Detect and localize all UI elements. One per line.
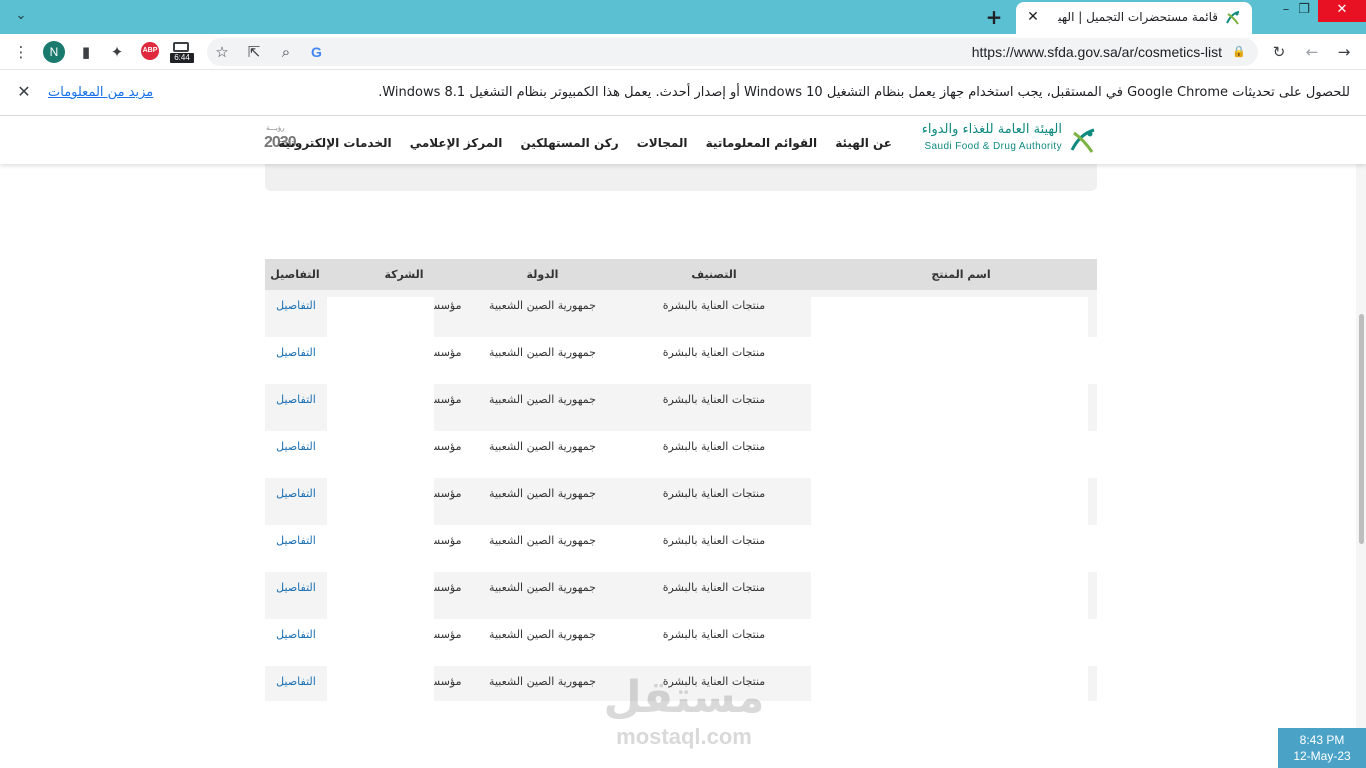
address-bar[interactable]: ☆ ⇱ ⌕ G https://www.sfda.gov.sa/ar/cosme… bbox=[207, 38, 1258, 66]
cell-country: جمهورية الصين الشعبية bbox=[489, 675, 596, 688]
cell-category: منتجات العناية بالبشرة bbox=[662, 440, 766, 453]
cell-category: منتجات العناية بالبشرة bbox=[662, 487, 766, 500]
active-tab[interactable]: قائمة مستحضرات التجميل | الهيئة ال ✕ bbox=[1016, 2, 1252, 34]
sfda-logo-arabic: الهيئة العامة للغذاء والدواء bbox=[921, 122, 1062, 137]
page-scrollbar[interactable] bbox=[1356, 164, 1366, 768]
vision-label: رؤيـــة bbox=[266, 124, 285, 132]
cell-company: مؤسسة bbox=[425, 581, 462, 594]
cell-country: جمهورية الصين الشعبية bbox=[489, 534, 596, 547]
sfda-logo-english: Saudi Food & Drug Authority bbox=[924, 141, 1062, 152]
sfda-emblem-icon bbox=[1070, 128, 1095, 153]
nav-eservices[interactable]: الخدمات الإلكترونية bbox=[278, 136, 391, 150]
learn-more-link[interactable]: مزيد من المعلومات bbox=[48, 85, 153, 100]
profile-avatar[interactable]: N bbox=[43, 41, 65, 63]
new-tab-button[interactable]: + bbox=[983, 6, 1005, 28]
adblock-plus-icon[interactable]: ABP bbox=[141, 42, 159, 60]
nav-media-center[interactable]: المركز الإعلامي bbox=[410, 136, 503, 150]
side-panel-icon[interactable]: ▮ bbox=[75, 41, 97, 63]
watermark-english: mostaql.com bbox=[616, 724, 752, 749]
bookmark-star-icon[interactable]: ☆ bbox=[211, 41, 233, 63]
nav-information-lists[interactable]: القوائم المعلوماتية bbox=[706, 136, 817, 150]
nav-sectors[interactable]: المجالات bbox=[637, 136, 688, 150]
cell-country: جمهورية الصين الشعبية bbox=[489, 628, 596, 641]
cell-country: جمهورية الصين الشعبية bbox=[489, 487, 596, 500]
redaction-overlay-company bbox=[327, 297, 434, 701]
main-navigation: عن الهيئة القوائم المعلوماتية المجالات ر… bbox=[278, 132, 892, 151]
details-link[interactable]: التفاصيل bbox=[265, 674, 327, 690]
infobar-message: للحصول على تحديثات Google Chrome في المس… bbox=[378, 85, 1350, 100]
cell-company: مؤسسة bbox=[425, 393, 462, 406]
cell-company: مؤسسة bbox=[425, 440, 462, 453]
taskbar-clock[interactable]: 8:43 PM 12-May-23 bbox=[1278, 728, 1366, 768]
details-link[interactable]: التفاصيل bbox=[265, 298, 327, 314]
cell-category: منتجات العناية بالبشرة bbox=[662, 346, 766, 359]
cell-company: مؤسسة bbox=[425, 628, 462, 641]
cell-company: مؤسسة bbox=[425, 675, 462, 688]
cell-country: جمهورية الصين الشعبية bbox=[489, 393, 596, 406]
extensions-puzzle-icon[interactable]: ✦ bbox=[106, 41, 128, 63]
details-link[interactable]: التفاصيل bbox=[265, 439, 327, 455]
cell-category: منتجات العناية بالبشرة bbox=[662, 581, 766, 594]
header-country: الدولة bbox=[526, 268, 559, 281]
details-link[interactable]: التفاصيل bbox=[265, 627, 327, 643]
details-link[interactable]: التفاصيل bbox=[265, 392, 327, 408]
cell-category: منتجات العناية بالبشرة bbox=[662, 299, 766, 312]
sfda-logo[interactable]: الهيئة العامة للغذاء والدواء Saudi Food … bbox=[914, 122, 1098, 158]
cell-company: مؤسسة bbox=[425, 487, 462, 500]
cell-category: منتجات العناية بالبشرة bbox=[662, 628, 766, 641]
extension-box-icon bbox=[173, 42, 189, 52]
infobar-close-icon[interactable]: ✕ bbox=[14, 82, 34, 102]
filter-panel bbox=[265, 160, 1097, 191]
header-product-name: اسم المنتج bbox=[931, 268, 991, 281]
tab-close-icon[interactable]: ✕ bbox=[1024, 8, 1042, 26]
scrollbar-thumb[interactable] bbox=[1359, 314, 1364, 544]
sfda-favicon-icon bbox=[1226, 11, 1240, 25]
details-link[interactable]: التفاصيل bbox=[265, 345, 327, 361]
cell-country: جمهورية الصين الشعبية bbox=[489, 581, 596, 594]
site-header: رؤيـــة 2030 عن الهيئة القوائم المعلومات… bbox=[0, 116, 1366, 164]
nav-consumers-corner[interactable]: ركن المستهلكين bbox=[521, 136, 619, 150]
cell-category: منتجات العناية بالبشرة bbox=[662, 534, 766, 547]
tab-strip: ⌄ + قائمة مستحضرات التجميل | الهيئة ال ✕… bbox=[0, 0, 1366, 34]
browser-toolbar: ⋮ N ▮ ✦ ABP 6:44 ☆ ⇱ ⌕ G https://www.sfd… bbox=[0, 34, 1366, 70]
chrome-update-infobar: ✕ مزيد من المعلومات للحصول على تحديثات G… bbox=[0, 70, 1366, 116]
back-arrow-icon[interactable]: → bbox=[1333, 41, 1355, 63]
tab-search-chevron-icon[interactable]: ⌄ bbox=[10, 8, 32, 26]
redaction-overlay-product bbox=[811, 297, 1088, 701]
cell-company: مؤسسة bbox=[425, 534, 462, 547]
details-link[interactable]: التفاصيل bbox=[265, 533, 327, 549]
google-lens-icon[interactable]: G bbox=[311, 44, 322, 60]
details-link[interactable]: التفاصيل bbox=[265, 486, 327, 502]
share-icon[interactable]: ⇱ bbox=[243, 41, 265, 63]
clock-time: 8:43 PM bbox=[1299, 733, 1345, 747]
url-text[interactable]: https://www.sfda.gov.sa/ar/cosmetics-lis… bbox=[972, 44, 1222, 60]
table-header: اسم المنتج التصنيف الدولة الشركة التفاصي… bbox=[265, 259, 1097, 290]
mostaql-watermark: مستقل mostaql.com bbox=[598, 672, 770, 758]
extension-badge-label: 6:44 bbox=[170, 53, 194, 63]
cell-category: منتجات العناية بالبشرة bbox=[662, 393, 766, 406]
details-link[interactable]: التفاصيل bbox=[265, 580, 327, 596]
nav-about[interactable]: عن الهيئة bbox=[835, 136, 892, 150]
cell-country: جمهورية الصين الشعبية bbox=[489, 299, 596, 312]
header-company: الشركة bbox=[384, 268, 424, 281]
header-category: التصنيف bbox=[691, 268, 737, 281]
zoom-icon[interactable]: ⌕ bbox=[275, 41, 297, 63]
extension-badge-icon[interactable]: 6:44 bbox=[170, 42, 194, 64]
watermark-arabic: مستقل bbox=[603, 672, 765, 723]
cell-company: مؤسسة bbox=[425, 346, 462, 359]
window-close-button[interactable]: ✕ bbox=[1318, 0, 1366, 22]
clock-date: 12-May-23 bbox=[1293, 749, 1351, 763]
cell-country: جمهورية الصين الشعبية bbox=[489, 440, 596, 453]
cell-country: جمهورية الصين الشعبية bbox=[489, 346, 596, 359]
forward-arrow-icon[interactable]: ← bbox=[1301, 41, 1323, 63]
lock-icon[interactable]: 🔒 bbox=[1232, 45, 1246, 59]
menu-kebab-icon[interactable]: ⋮ bbox=[10, 41, 32, 63]
cell-company: مؤسسة bbox=[425, 299, 462, 312]
tab-title: قائمة مستحضرات التجميل | الهيئة ال bbox=[1058, 10, 1218, 24]
header-details: التفاصيل bbox=[270, 268, 320, 281]
reload-icon[interactable]: ↻ bbox=[1268, 41, 1290, 63]
